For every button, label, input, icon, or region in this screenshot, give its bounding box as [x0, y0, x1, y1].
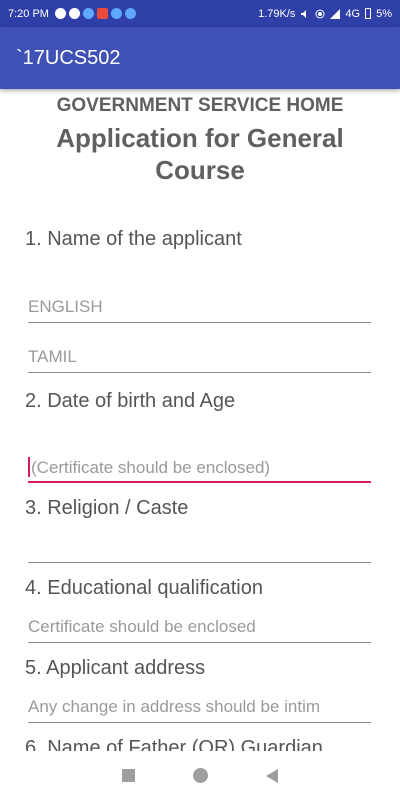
status-time: 7:20 PM [8, 7, 49, 20]
name-tamil-input[interactable]: TAMIL [28, 341, 371, 373]
network-speed: 1.79K/s [258, 7, 296, 20]
facebook-icon [110, 8, 122, 19]
music-icon [82, 8, 94, 19]
address-input[interactable]: Any change in address should be intim [28, 691, 371, 723]
signal-icon [330, 8, 341, 19]
status-right: 1.79K/s 4G 5% [258, 8, 392, 20]
home-button[interactable] [193, 768, 208, 783]
question-education: 4. Educational qualification [25, 577, 263, 599]
network-type: 4G [345, 7, 361, 20]
education-placeholder: Certificate should be enclosed [28, 617, 256, 636]
status-bar: 7:20 PM 1.79K/s 4G 5% [0, 0, 400, 27]
messenger-icon [124, 8, 136, 19]
question-guardian-name: 6. Name of Father (OR) Guardian [25, 737, 323, 751]
address-placeholder: Any change in address should be intim [28, 697, 321, 716]
tiktok-icon [54, 8, 66, 19]
app-notification-icon [96, 8, 108, 19]
name-tamil-placeholder: TAMIL [28, 347, 77, 366]
religion-caste-input[interactable] [28, 531, 371, 563]
app-bar: `17UCS502 [0, 27, 400, 89]
notification-icons [54, 8, 136, 19]
form-scroll-area[interactable]: GOVERNMENT SERVICE HOME Application for … [0, 89, 400, 751]
name-english-input[interactable]: ENGLISH [28, 291, 371, 323]
question-religion-caste: 3. Religion / Caste [25, 497, 189, 519]
hotspot-icon [315, 9, 325, 18]
education-input[interactable]: Certificate should be enclosed [28, 611, 371, 643]
battery-level: 5% [376, 7, 392, 20]
organization-heading: GOVERNMENT SERVICE HOME [56, 95, 344, 116]
mute-icon [301, 9, 307, 18]
text-cursor [28, 457, 30, 477]
form-title: Application for General Course [56, 123, 344, 185]
recent-apps-button[interactable] [122, 769, 135, 782]
question-address: 5. Applicant address [25, 657, 206, 679]
battery-icon [365, 8, 372, 19]
name-english-placeholder: ENGLISH [28, 297, 103, 316]
app-title: `17UCS502 [16, 46, 121, 69]
system-nav-bar [0, 751, 400, 800]
question-dob-age: 2. Date of birth and Age [25, 390, 236, 412]
dob-age-placeholder: (Certificate should be enclosed) [31, 458, 271, 477]
dob-age-input[interactable]: (Certificate should be enclosed) [28, 451, 371, 483]
phone-icon [68, 8, 80, 19]
question-applicant-name: 1. Name of the applicant [25, 228, 242, 250]
back-button[interactable] [266, 768, 278, 783]
